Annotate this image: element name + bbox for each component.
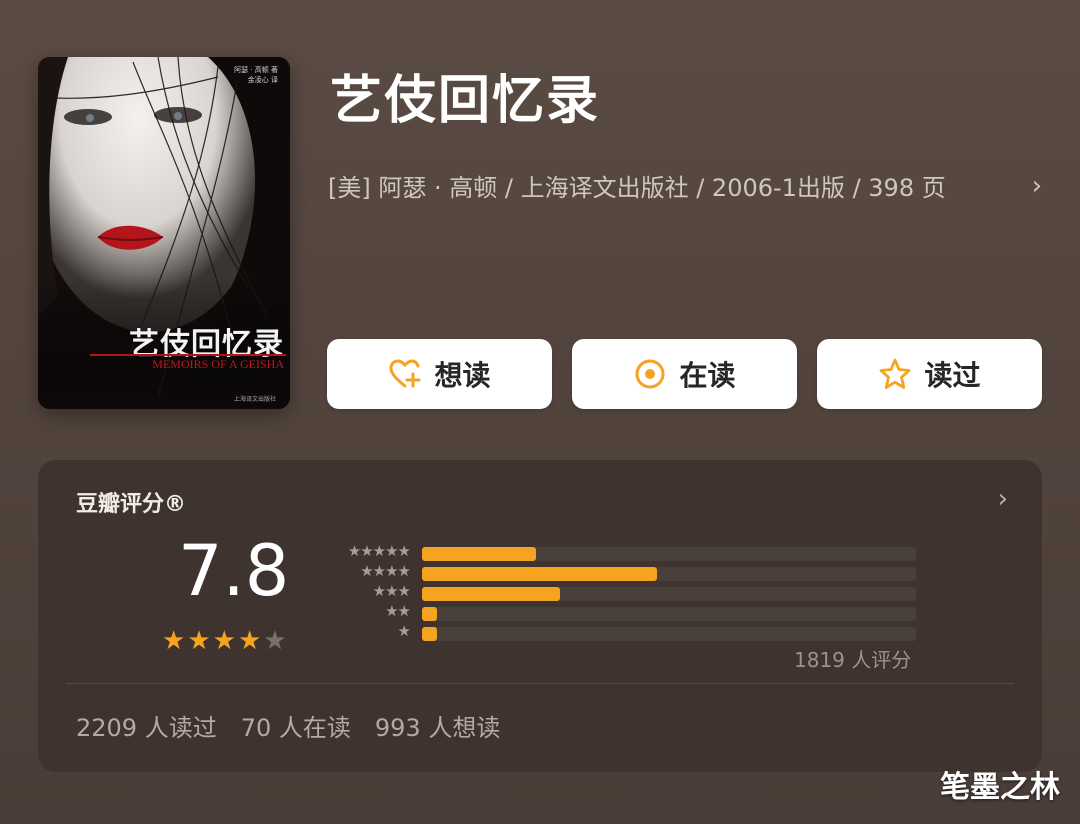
book-meta-text: [美] 阿瑟 · 高顿 / 上海译文出版社 / 2006-1出版 / 398 页 [328,174,946,202]
book-title: 艺伎回忆录 [330,71,601,131]
rating-label: 豆瓣评分® [76,492,187,517]
have-read-button[interactable]: 读过 [817,339,1042,409]
rating-bar-fill [422,547,536,561]
rating-distribution-row: ★ [320,622,920,644]
rating-bar-fill [422,607,437,621]
star-group-icon: ★★ [385,602,411,620]
star-group-icon: ★ [397,622,411,640]
star-filled-icon: ★ [237,626,262,656]
rating-bar-fill [422,627,437,641]
star-group-icon: ★★★★★ [347,542,411,560]
rating-bar-fill [422,587,560,601]
rating-distribution-row: ★★★★ [320,562,920,584]
cover-author-credit: 阿瑟 · 高顿 著 金凌心 译 [234,66,278,84]
star-filled-icon: ★ [212,626,236,656]
target-icon [635,359,665,389]
reading-label: 在读 [679,359,736,392]
star-filled-icon: ★ [162,626,186,656]
chevron-right-icon: › [997,484,1008,514]
reader-stats: 2209 人读过 70 人在读 993 人想读 [76,708,500,743]
cover-rule [90,354,286,356]
cover-subtitle: MEMOIRS OF A GEISHA [152,357,284,371]
rating-panel[interactable]: 豆瓣评分® › 7.8 ★ ★ ★ ★ ★ ★★★★★ ★★★★ ★★★ ★★ ★ 1819 人… [38,460,1042,772]
chevron-right-icon: › [1031,170,1042,201]
rating-bar-track [422,607,916,621]
reading-count[interactable]: 70 人在读 [241,708,351,743]
star-group-icon: ★★★★ [360,562,411,580]
want-count[interactable]: 993 人想读 [375,708,500,743]
rating-bar-track [422,627,916,641]
rating-score: 7.8 [178,530,290,612]
want-to-read-label: 想读 [434,359,491,392]
rating-distribution-row: ★★ [320,602,920,624]
rating-stars: ★ ★ ★ ★ ★ [162,626,287,656]
rating-bar-fill [422,567,657,581]
rating-distribution: ★★★★★ ★★★★ ★★★ ★★ ★ [320,542,920,644]
book-cover[interactable]: 阿瑟 · 高顿 著 金凌心 译 艺伎回忆录 MEMOIRS OF A GEISH… [38,57,290,409]
heart-plus-icon [389,359,421,388]
watermark: 笔墨之林 [940,770,1060,805]
star-outline-icon [880,358,911,389]
have-read-label: 读过 [924,359,981,392]
reading-button[interactable]: 在读 [572,339,797,409]
ratings-count[interactable]: 1819 人评分 [794,644,911,673]
rating-distribution-row: ★★★★★ [320,542,920,564]
cover-publisher-mark: 上海译文出版社 [233,396,276,403]
want-to-read-button[interactable]: 想读 [327,339,552,409]
rating-distribution-row: ★★★ [320,582,920,604]
star-group-icon: ★★★ [372,582,411,600]
star-filled-icon: ★ [187,626,211,656]
book-meta-link[interactable]: [美] 阿瑟 · 高顿 / 上海译文出版社 / 2006-1出版 / 398 页… [328,168,1042,203]
divider [66,683,1014,684]
read-count[interactable]: 2209 人读过 [76,708,217,743]
star-empty-icon: ★ [263,626,287,656]
